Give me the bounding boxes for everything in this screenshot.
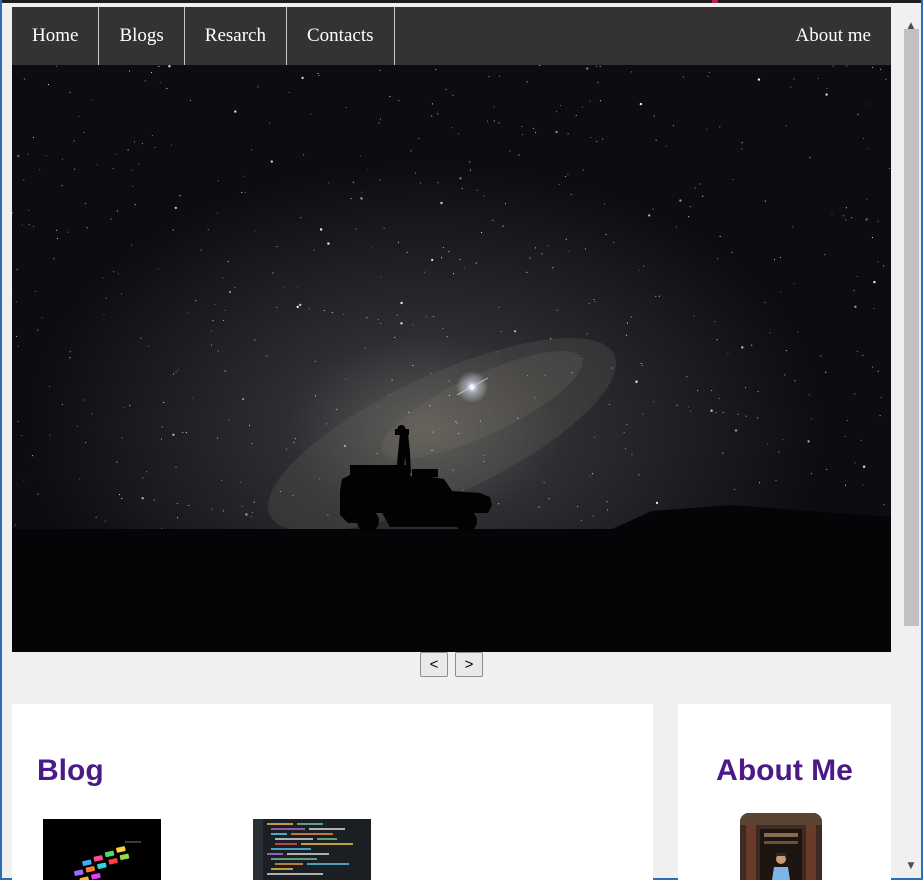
scroll-down-arrow-icon[interactable]: ▼ — [901, 858, 921, 874]
slider-next-button[interactable]: > — [455, 652, 483, 677]
nav-research-link[interactable]: Resarch — [185, 7, 287, 65]
nav-blogs-link[interactable]: Blogs — [99, 7, 185, 65]
nav-contacts-link[interactable]: Contacts — [287, 7, 395, 65]
about-heading: About Me — [716, 754, 853, 787]
blog-post-thumbnail-code[interactable] — [253, 819, 371, 880]
profile-photo-picture — [740, 813, 822, 880]
blog-section: Blog — [12, 704, 653, 880]
window-left-border — [0, 0, 2, 880]
top-navbar: Home Blogs Resarch Contacts About me — [12, 7, 891, 65]
blog-heading: Blog — [37, 754, 104, 787]
night-sky-picture: (function(){ var g = document.getElement… — [12, 65, 891, 652]
scrollbar-thumb[interactable] — [904, 29, 919, 626]
blog-post-thumbnail-phone[interactable] — [43, 819, 161, 880]
slider-prev-button[interactable]: < — [420, 652, 448, 677]
profile-photo — [740, 813, 822, 880]
phone-apps-picture — [43, 819, 161, 880]
code-screen-picture — [253, 819, 371, 880]
nav-home-link[interactable]: Home — [12, 7, 100, 65]
window-accent — [712, 0, 718, 3]
hero-slide-image: (function(){ var g = document.getElement… — [12, 65, 891, 652]
vertical-scrollbar[interactable]: ▲ ▼ — [901, 18, 921, 878]
nav-about-me-link[interactable]: About me — [776, 7, 891, 65]
window-top-border — [0, 0, 923, 3]
about-section: About Me — [678, 704, 891, 880]
